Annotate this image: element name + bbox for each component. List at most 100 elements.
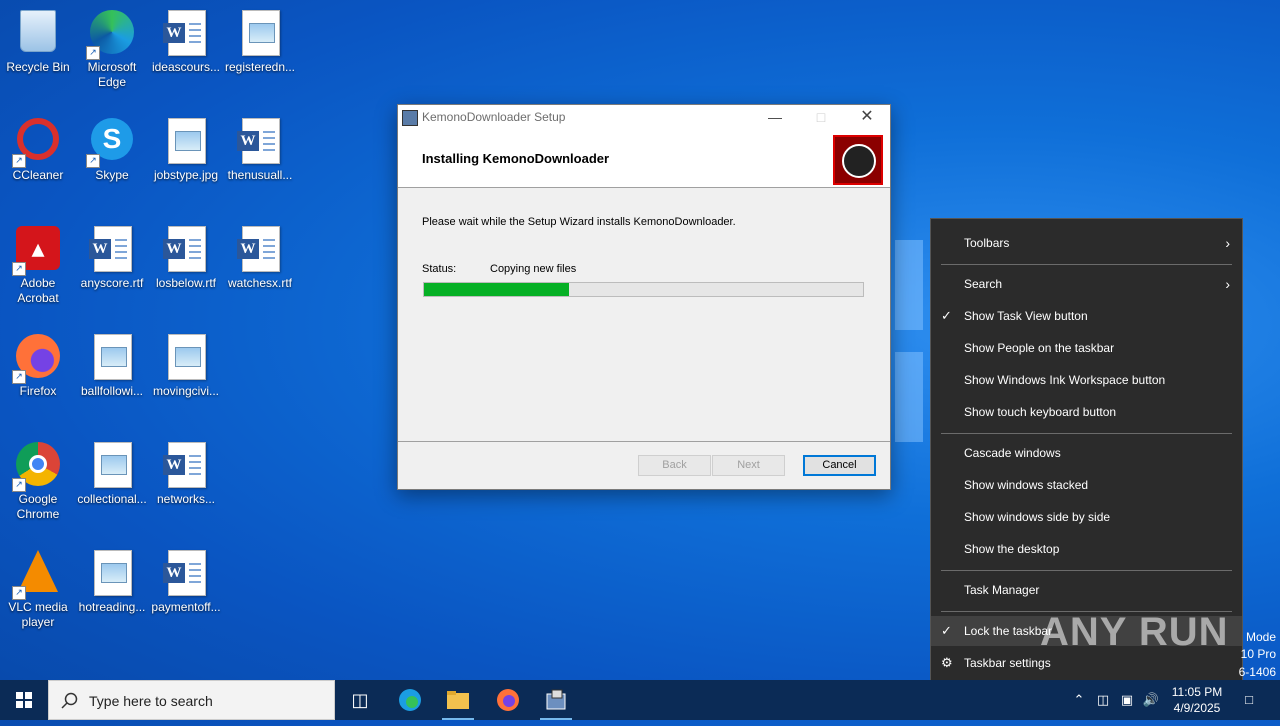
word-doc-icon: W	[162, 10, 210, 58]
network-icon[interactable]: ▣	[1116, 680, 1138, 720]
status-value: Copying new files	[490, 263, 577, 275]
desktop-icon-label: anyscore.rtf	[80, 276, 144, 290]
gear-icon: ⚙	[941, 655, 953, 670]
desktop-icon-label: collectional...	[77, 492, 147, 506]
desktop-icon-label: movingcivi...	[152, 384, 220, 398]
desktop-icon[interactable]: hotreading...	[74, 544, 150, 644]
menu-label: Show the desktop	[964, 542, 1060, 556]
desktop-icon-label: CCleaner	[12, 168, 64, 182]
taskbar-search-box[interactable]: Type here to search	[48, 680, 335, 720]
vlc-icon: ↗	[12, 550, 62, 600]
progress-fill	[424, 283, 569, 296]
shortcut-arrow-icon: ↗	[86, 46, 100, 60]
menu-item-toolbars[interactable]: Toolbars ›	[931, 228, 1242, 258]
desktop-icon[interactable]: Wanyscore.rtf	[74, 220, 150, 320]
start-button[interactable]	[0, 680, 48, 720]
word-doc-icon: W	[162, 550, 210, 598]
taskbar-firefox[interactable]	[484, 680, 532, 720]
installer-icon	[402, 110, 418, 126]
taskbar-clock[interactable]: 11:05 PM 4/9/2025	[1162, 684, 1232, 716]
shortcut-arrow-icon: ↗	[12, 586, 26, 600]
clock-time: 11:05 PM	[1171, 685, 1223, 699]
desktop-icon[interactable]: Wpaymentoff...	[148, 544, 224, 644]
back-button: Back	[638, 455, 711, 476]
menu-item-task-manager[interactable]: Task Manager	[931, 575, 1242, 605]
taskbar: Type here to search ◫ ⌃ ◫ ▣ 🔊 11:05 PM 4…	[0, 680, 1280, 720]
desktop-icon-label: paymentoff...	[151, 600, 221, 614]
firefox-icon	[497, 689, 519, 711]
desktop-icon[interactable]: ↗ CCleaner	[0, 112, 76, 212]
firefox-icon: ↗	[12, 334, 62, 384]
desktop-icon[interactable]: Wideascours...	[148, 4, 224, 104]
desktop-icon-label: networks...	[156, 492, 216, 506]
image-file-icon	[162, 334, 210, 382]
tray-overflow-button[interactable]: ⌃	[1068, 680, 1090, 720]
shortcut-arrow-icon: ↗	[12, 262, 26, 276]
chevron-up-icon: ⌃	[1073, 692, 1085, 707]
check-icon: ✓	[941, 308, 952, 323]
anyrun-watermark: ANY RUN	[1040, 610, 1229, 654]
desktop-icon-label: registeredn...	[224, 60, 296, 74]
task-view-icon: ◫	[351, 690, 369, 710]
desktop-icon[interactable]: S ↗ Skype	[74, 112, 150, 212]
desktop-icon[interactable]: ↗ Google Chrome	[0, 436, 76, 536]
desktop-icon-label: hotreading...	[78, 600, 146, 614]
check-icon: ✓	[941, 623, 952, 638]
menu-item-ink[interactable]: Show Windows Ink Workspace button	[931, 365, 1242, 395]
menu-label: Search	[964, 277, 1003, 291]
desktop-icon[interactable]: ballfollowi...	[74, 328, 150, 428]
installer-icon	[546, 689, 566, 710]
desktop-icon[interactable]: Wwatchesx.rtf	[222, 220, 298, 320]
taskbar-installer[interactable]	[532, 680, 580, 720]
desktop-icon[interactable]: jobstype.jpg	[148, 112, 224, 212]
taskbar-edge[interactable]	[386, 680, 434, 720]
tray-device-icon[interactable]: ◫	[1092, 680, 1114, 720]
notification-button[interactable]: □	[1234, 680, 1264, 720]
desktop-icon[interactable]: Recycle Bin	[0, 4, 76, 104]
close-button[interactable]: ✕	[844, 105, 890, 129]
menu-item-touch-keyboard[interactable]: Show touch keyboard button	[931, 397, 1242, 427]
desktop-icon[interactable]: ↗ Microsoft Edge	[74, 4, 150, 104]
setup-title: KemonoDownloader Setup	[422, 110, 566, 124]
button-separator	[398, 441, 890, 442]
desktop-icon-label: losbelow.rtf	[155, 276, 217, 290]
menu-item-task-view[interactable]: ✓ Show Task View button	[931, 301, 1242, 331]
menu-item-stacked[interactable]: Show windows stacked	[931, 470, 1242, 500]
taskbar-file-explorer[interactable]	[434, 680, 482, 720]
word-doc-icon: W	[236, 226, 284, 274]
setup-titlebar[interactable]: KemonoDownloader Setup — □ ✕	[398, 105, 890, 129]
edge-icon: ↗	[86, 10, 136, 60]
desktop-icon[interactable]: ▴ ↗ Adobe Acrobat	[0, 220, 76, 320]
menu-item-cascade[interactable]: Cascade windows	[931, 438, 1242, 468]
cancel-button[interactable]: Cancel	[803, 455, 876, 476]
app-logo-icon	[833, 135, 883, 185]
menu-item-side-by-side[interactable]: Show windows side by side	[931, 502, 1242, 532]
chrome-icon: ↗	[12, 442, 62, 492]
notification-icon: □	[1245, 692, 1253, 707]
desktop-icon[interactable]: ↗ VLC media player	[0, 544, 76, 644]
desktop-icon[interactable]: movingcivi...	[148, 328, 224, 428]
desktop-icon[interactable]: Wnetworks...	[148, 436, 224, 536]
install-progress-bar	[423, 282, 864, 297]
volume-icon[interactable]: 🔊	[1140, 680, 1162, 720]
desktop-icon[interactable]: collectional...	[74, 436, 150, 536]
menu-item-people[interactable]: Show People on the taskbar	[931, 333, 1242, 363]
image-file-icon	[88, 442, 136, 490]
search-icon	[61, 692, 78, 709]
desktop-icon[interactable]: Wthenusuall...	[222, 112, 298, 212]
desktop-icon[interactable]: Wlosbelow.rtf	[148, 220, 224, 320]
menu-label: Show Windows Ink Workspace button	[964, 373, 1166, 387]
desktop-icon[interactable]: registeredn...	[222, 4, 298, 104]
menu-label: Toolbars	[964, 236, 1010, 250]
setup-header: Installing KemonoDownloader	[398, 129, 890, 188]
desktop-icon[interactable]: ↗ Firefox	[0, 328, 76, 428]
desktop-icon-label: ideascours...	[151, 60, 221, 74]
menu-item-show-desktop[interactable]: Show the desktop	[931, 534, 1242, 564]
menu-item-search[interactable]: Search ›	[931, 269, 1242, 299]
minimize-button[interactable]: —	[752, 105, 798, 129]
acrobat-icon: ▴ ↗	[12, 226, 62, 276]
chevron-right-icon: ›	[1225, 276, 1230, 292]
shortcut-arrow-icon: ↗	[12, 154, 26, 168]
task-view-button[interactable]: ◫	[336, 680, 384, 720]
menu-label: Show windows stacked	[964, 478, 1089, 492]
